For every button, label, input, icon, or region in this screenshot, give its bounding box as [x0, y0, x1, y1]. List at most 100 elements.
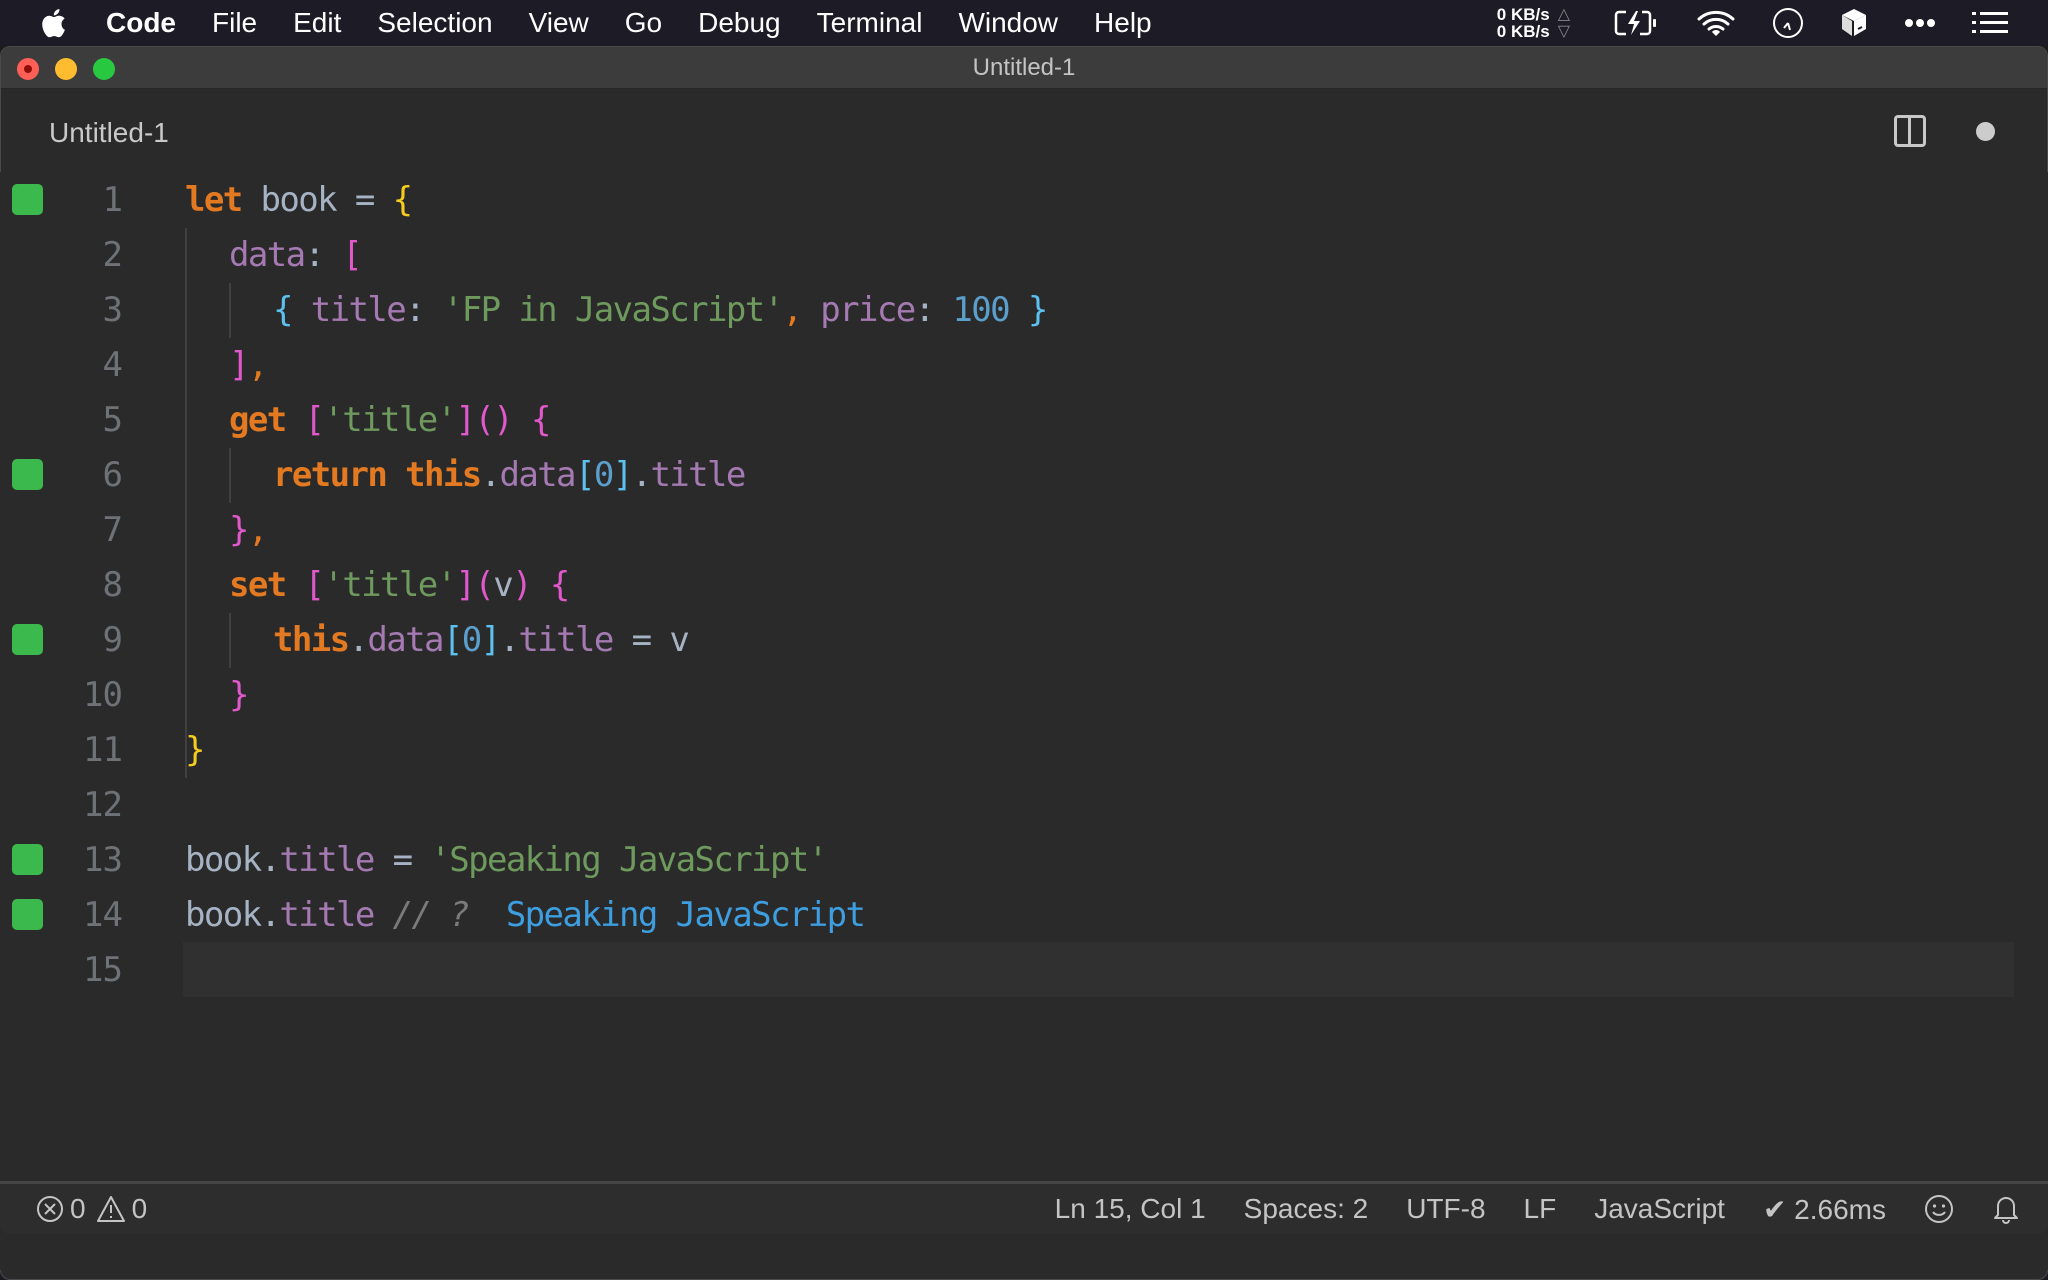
line-number: 7: [102, 509, 123, 550]
token: [: [285, 399, 324, 440]
menu-selection[interactable]: Selection: [377, 7, 492, 39]
code-line: 2 data: [: [0, 227, 2014, 282]
code-line: 4 ],: [0, 337, 2014, 392]
wifi-icon[interactable]: [1696, 9, 1736, 37]
menu-view[interactable]: View: [529, 7, 589, 39]
token: =: [335, 179, 375, 220]
file-encoding[interactable]: UTF-8: [1406, 1193, 1485, 1225]
list-icon[interactable]: [1972, 11, 2008, 35]
line-number: 9: [102, 619, 123, 660]
notifications-bell-icon[interactable]: [1992, 1193, 2020, 1225]
maximize-window-button[interactable]: [93, 58, 115, 80]
menu-edit[interactable]: Edit: [293, 7, 341, 39]
token: data: [499, 454, 576, 495]
warning-count: 0: [131, 1193, 148, 1224]
more-icon[interactable]: [1904, 18, 1936, 28]
menu-window[interactable]: Window: [958, 7, 1058, 39]
code-line: 7 },: [0, 502, 2014, 557]
tab-untitled-1[interactable]: Untitled-1: [49, 117, 169, 149]
inline-result: Speaking JavaScript: [468, 894, 866, 935]
line-number: 14: [83, 894, 123, 935]
token: :: [304, 234, 324, 275]
minimize-window-button[interactable]: [55, 58, 77, 80]
token: book: [241, 179, 337, 220]
title-bar: Untitled-1: [1, 47, 2047, 89]
token: [: [442, 619, 463, 660]
feedback-smiley-icon[interactable]: [1924, 1194, 1954, 1224]
token: v: [493, 564, 513, 605]
menu-file[interactable]: File: [212, 7, 257, 39]
warning-icon: [96, 1195, 126, 1223]
token: [: [285, 564, 324, 605]
code-line: 5 get ['title']() {: [0, 392, 2014, 447]
coverage-marker: [12, 624, 43, 655]
line-number: 3: [102, 289, 123, 330]
language-mode[interactable]: JavaScript: [1594, 1193, 1725, 1225]
status-bar-right: Ln 15, Col 1 Spaces: 2 UTF-8 LF JavaScri…: [1055, 1184, 2048, 1234]
token: ,: [782, 289, 803, 330]
line-number: 1: [102, 179, 123, 220]
code-line-current[interactable]: 15: [0, 942, 2014, 997]
close-window-button[interactable]: [17, 58, 39, 80]
line-number: 15: [83, 949, 123, 990]
token: this: [273, 619, 350, 660]
line-ending[interactable]: LF: [1524, 1193, 1557, 1225]
token: get: [229, 399, 287, 440]
network-speed[interactable]: 0 KB/s △ 0 KB/s ▽: [1497, 6, 1570, 40]
apple-logo-icon[interactable]: [40, 8, 78, 38]
battery-charging-icon[interactable]: [1614, 9, 1660, 37]
problems-indicator[interactable]: 0 0: [36, 1193, 147, 1225]
token: .: [260, 839, 280, 880]
code-line: 10 }: [0, 667, 2014, 722]
token: 'title': [323, 399, 457, 440]
code-editor[interactable]: 1 let book = { 2 data: [ 3 { title: 'FP …: [0, 172, 2048, 1270]
indentation-setting[interactable]: Spaces: 2: [1244, 1193, 1369, 1225]
token: this: [386, 454, 482, 495]
unsaved-changes-icon[interactable]: [1976, 122, 1995, 141]
token: 0: [593, 454, 614, 495]
token: :: [914, 289, 935, 330]
error-count: 0: [70, 1193, 86, 1224]
token: (: [474, 564, 494, 605]
token: title: [279, 839, 375, 880]
token: .: [480, 454, 501, 495]
code-text: ],: [229, 345, 268, 385]
coverage-marker: [12, 844, 43, 875]
coverage-marker: [12, 899, 43, 930]
token: {: [373, 179, 413, 220]
token: :: [405, 289, 425, 330]
cursor-position[interactable]: Ln 15, Col 1: [1055, 1193, 1206, 1225]
line-number: 2: [102, 234, 123, 275]
token: }: [185, 729, 205, 770]
token: 0: [461, 619, 482, 660]
token: (: [474, 399, 494, 440]
box-app-icon[interactable]: [1840, 7, 1868, 39]
token: [: [323, 234, 362, 275]
quokka-timing[interactable]: ✔ 2.66ms: [1763, 1193, 1886, 1226]
code-text: set ['title'](v) {: [229, 564, 570, 605]
token: 'Speaking JavaScript': [411, 839, 828, 880]
down-arrow-icon: ▽: [1557, 22, 1570, 40]
menu-app-code[interactable]: Code: [106, 7, 176, 39]
menu-debug[interactable]: Debug: [698, 7, 781, 39]
menu-help[interactable]: Help: [1094, 7, 1152, 39]
tab-bar: Untitled-1: [1, 89, 2047, 175]
split-editor-icon[interactable]: [1894, 115, 1926, 147]
line-number: 10: [83, 674, 123, 715]
token: ): [512, 564, 532, 605]
menu-terminal[interactable]: Terminal: [817, 7, 923, 39]
token: =: [373, 839, 413, 880]
line-number: 8: [102, 564, 123, 605]
code-text: return this.data[0].title: [273, 454, 746, 495]
clock-icon[interactable]: [1772, 7, 1804, 39]
menu-go[interactable]: Go: [625, 7, 662, 39]
status-bar: 0 0 Ln 15, Col 1 Spaces: 2 UTF-8 LF Java…: [0, 1181, 2048, 1234]
token: set: [229, 564, 287, 605]
code-line: 11 }: [0, 722, 2014, 777]
window-controls: [17, 58, 115, 80]
token: {: [530, 564, 570, 605]
token: ]: [455, 564, 475, 605]
code-text: { title: 'FP in JavaScript', price: 100 …: [273, 289, 1048, 330]
macos-menu-bar: Code File Edit Selection View Go Debug T…: [0, 0, 2048, 45]
code-text: data: [: [229, 234, 363, 275]
